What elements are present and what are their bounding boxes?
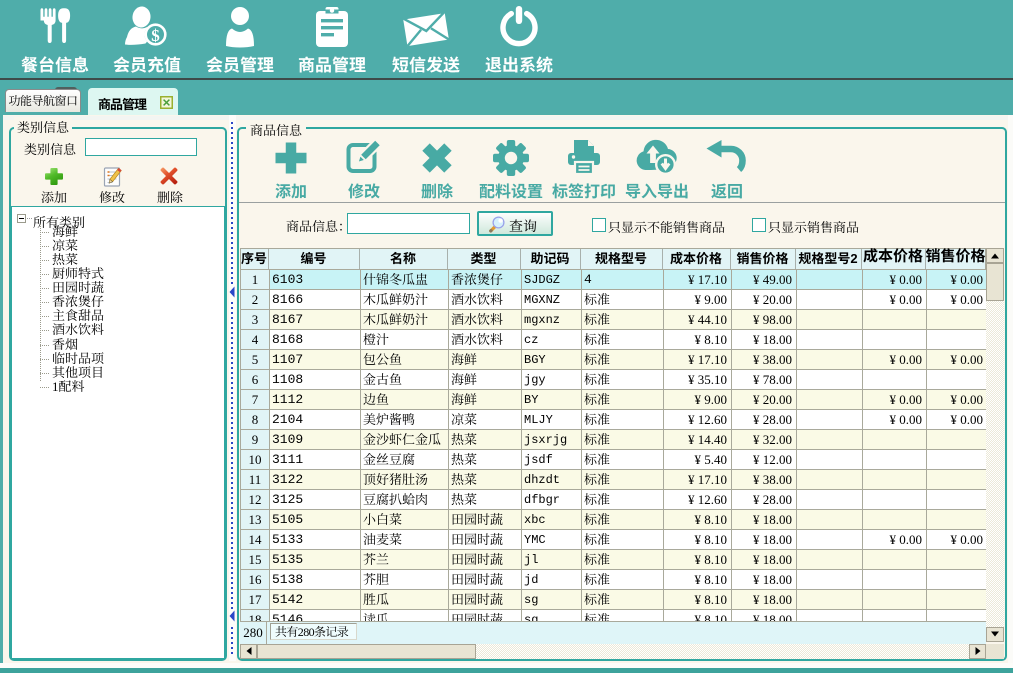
svg-text:$: $	[151, 26, 160, 45]
